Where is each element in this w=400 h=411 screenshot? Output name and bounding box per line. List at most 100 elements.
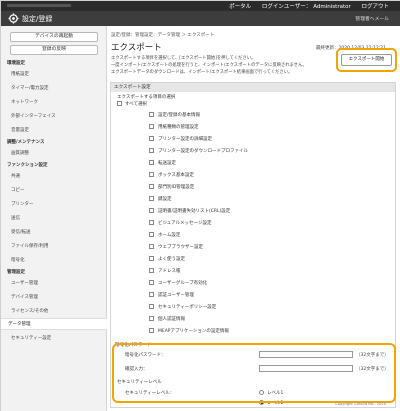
- select-items-label: エクスポートする項目の選択: [117, 95, 176, 100]
- gear-icon: [8, 13, 19, 24]
- export-item-row[interactable]: ユーザーグループ有効化: [111, 278, 395, 288]
- item-label: ユーザーグループ有効化: [158, 281, 208, 286]
- sidebar-item-send[interactable]: 送信: [11, 215, 20, 221]
- item-checkbox[interactable]: [149, 220, 154, 225]
- sidebar-item-common[interactable]: 共通: [11, 173, 20, 179]
- sidebar-item-device-management[interactable]: デバイス管理: [11, 294, 38, 300]
- sidebar-item-volume[interactable]: 音量設定: [11, 127, 29, 133]
- device-name: [7, 4, 71, 7]
- sidebar-item-license[interactable]: ライセンス/その他: [11, 308, 48, 314]
- item-label: 鍵設定: [158, 197, 172, 202]
- item-label: 認証ユーザー管理: [158, 293, 194, 298]
- sidebar-item-timer[interactable]: タイマー/電力設定: [11, 85, 49, 91]
- top-bar: ポータル ログインユーザー： Administrator ログアウト: [1, 1, 400, 11]
- item-checkbox[interactable]: [149, 316, 154, 321]
- item-label: 個人認証情報: [158, 317, 185, 322]
- item-checkbox[interactable]: [149, 148, 154, 153]
- sidebar-section-management: 管理設定: [7, 270, 25, 275]
- sidebar-item-printer[interactable]: プリンター: [11, 201, 34, 207]
- footer-copyright: Copyright CANON INC. 2020: [335, 402, 386, 406]
- description-line-1: エクスポートする項目を選択して、[エクスポート開始]を押してください。: [111, 56, 256, 61]
- item-checkbox[interactable]: [149, 292, 154, 297]
- export-item-row[interactable]: プリンター設定の詳細設定: [111, 134, 395, 144]
- item-checkbox[interactable]: [149, 328, 154, 333]
- top-links: ポータル ログインユーザー： Administrator ログアウト: [220, 2, 389, 10]
- export-item-row[interactable]: 用紙種類の管理設定: [111, 122, 395, 132]
- export-item-row[interactable]: セキュリティーポリシー設定: [111, 302, 395, 312]
- item-label: よく使う設定: [158, 257, 185, 262]
- sidebar-item-network[interactable]: ネットワーク: [11, 99, 38, 105]
- export-item-row[interactable]: ビジュアルメッセージ設定: [111, 218, 395, 228]
- description-line-2: 一度インポート/エクスポートの処理を行うと、インポート/エクスポートのデータに反…: [111, 63, 307, 68]
- export-start-button[interactable]: エクスポート開始: [341, 54, 392, 66]
- export-item-row[interactable]: 設定/登録の基本情報: [111, 110, 395, 120]
- export-item-row[interactable]: 認証ユーザー管理: [111, 290, 395, 300]
- apply-settings-button[interactable]: 登録の反映: [10, 45, 98, 55]
- export-item-row[interactable]: 証明書/証明書失効リスト(CRL)設定: [111, 206, 395, 216]
- item-label: セキュリティーポリシー設定: [158, 305, 217, 310]
- breadcrumb: 設定/登録：管理設定：データ管理 ＞ エクスポート: [111, 33, 215, 38]
- item-checkbox[interactable]: [149, 124, 154, 129]
- main-content: 設定/登録：管理設定：データ管理 ＞ エクスポート エクスポート 最終更新：20…: [107, 26, 400, 411]
- sidebar-item-security[interactable]: セキュリティー設定: [11, 335, 51, 341]
- sidebar-item-data-management[interactable]: データ管理: [8, 321, 31, 327]
- sidebar-item-encryption[interactable]: 暗号化: [11, 257, 25, 263]
- logout-link[interactable]: ログアウト: [361, 4, 389, 10]
- export-item-row[interactable]: 部門別ID管理設定: [111, 182, 395, 192]
- sidebar-item-receive[interactable]: 受信/転送: [11, 229, 31, 235]
- sidebar-section-function: ファンクション設定: [7, 163, 48, 168]
- item-checkbox[interactable]: [149, 256, 154, 261]
- item-checkbox[interactable]: [149, 172, 154, 177]
- encryption-highlight: [112, 343, 396, 403]
- sidebar-item-image-quality[interactable]: 画質調整: [11, 150, 29, 156]
- item-checkbox[interactable]: [149, 268, 154, 273]
- item-checkbox[interactable]: [149, 136, 154, 141]
- export-item-row[interactable]: ボックス基本設定: [111, 170, 395, 180]
- item-label: 設定/登録の基本情報: [158, 113, 201, 118]
- login-user-name: Administrator: [313, 4, 351, 10]
- export-item-row[interactable]: MEAPアプリケーションの設定情報: [111, 326, 395, 336]
- item-checkbox[interactable]: [149, 112, 154, 117]
- description-line-3: エクスポートデータのダウンロードは、インポート/エクスポート結果画面で行ってくだ…: [111, 70, 293, 75]
- item-label: MEAPアプリケーションの設定情報: [158, 329, 229, 334]
- item-label: 証明書/証明書失効リスト(CRL)設定: [158, 209, 231, 214]
- export-item-row[interactable]: ホーム設定: [111, 230, 395, 240]
- sidebar-item-file-storage[interactable]: ファイル保存/利用: [11, 243, 49, 249]
- item-label: 転送設定: [158, 161, 176, 166]
- item-checkbox[interactable]: [149, 244, 154, 249]
- portal-link[interactable]: ポータル: [229, 4, 251, 10]
- item-label: 用紙種類の管理設定: [158, 125, 199, 130]
- header-title: 設定/登録: [22, 15, 53, 23]
- item-label: プリンター設定の詳細設定: [158, 137, 212, 142]
- item-checkbox[interactable]: [149, 280, 154, 285]
- item-checkbox[interactable]: [149, 196, 154, 201]
- page-title: エクスポート: [111, 43, 162, 53]
- page-header: 設定/登録 管理者へメール: [1, 11, 400, 26]
- export-item-row[interactable]: プリンター設定のダウンロードプロファイル: [111, 146, 395, 156]
- item-checkbox[interactable]: [149, 304, 154, 309]
- item-checkbox[interactable]: [149, 160, 154, 165]
- panel-header: エクスポート設定: [111, 83, 395, 92]
- export-item-row[interactable]: ウェブブラウザー設定: [111, 242, 395, 252]
- item-label: プリンター設定のダウンロードプロファイル: [158, 149, 248, 154]
- export-item-row[interactable]: アドレス帳: [111, 266, 395, 276]
- item-label: ボックス基本設定: [158, 173, 194, 178]
- admin-mail-link[interactable]: 管理者へメール: [355, 15, 389, 22]
- item-checkbox[interactable]: [149, 184, 154, 189]
- export-item-row[interactable]: 転送設定: [111, 158, 395, 168]
- sidebar: デバイスの再起動 登録の反映 環境設定 用紙設定 タイマー/電力設定 ネットワー…: [1, 26, 107, 411]
- sidebar-item-interface[interactable]: 外部インターフェイス: [11, 113, 56, 119]
- sidebar-item-copy[interactable]: コピー: [11, 187, 25, 193]
- item-label: 部門別ID管理設定: [158, 185, 195, 190]
- sidebar-section-environment: 環境設定: [7, 61, 25, 66]
- select-all-label: すべて選択: [125, 102, 148, 107]
- item-checkbox[interactable]: [149, 208, 154, 213]
- device-restart-button[interactable]: デバイスの再起動: [10, 32, 98, 42]
- export-item-row[interactable]: 個人認証情報: [111, 314, 395, 324]
- sidebar-item-paper[interactable]: 用紙設定: [11, 71, 29, 77]
- export-item-row[interactable]: よく使う設定: [111, 254, 395, 264]
- export-item-row[interactable]: 鍵設定: [111, 194, 395, 204]
- select-all-checkbox[interactable]: [117, 101, 122, 106]
- sidebar-item-user-management[interactable]: ユーザー管理: [11, 280, 38, 286]
- item-checkbox[interactable]: [149, 232, 154, 237]
